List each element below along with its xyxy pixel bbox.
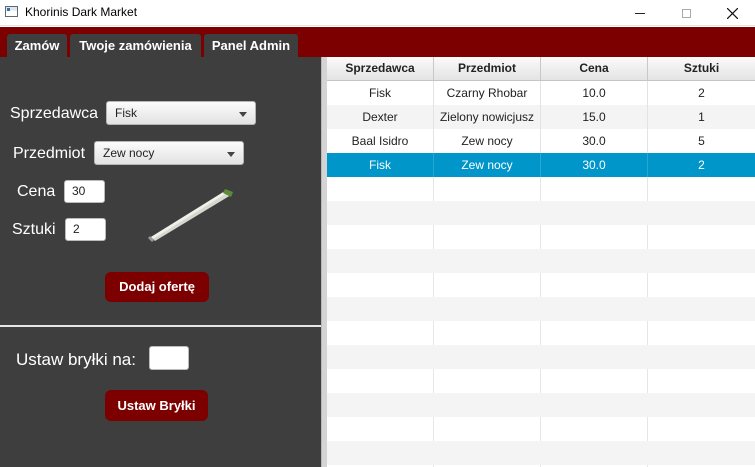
minimize-icon xyxy=(635,12,645,14)
seller-cell: Fisk xyxy=(327,153,434,177)
seller-select[interactable]: Fisk xyxy=(106,101,256,125)
empty-table-row[interactable] xyxy=(327,393,755,417)
minimize-button[interactable] xyxy=(617,0,663,26)
app-icon xyxy=(5,6,18,17)
offers-table: Sprzedawca Przedmiot Cena Sztuki Fisk Cza… xyxy=(327,57,755,467)
price-cell: 10.0 xyxy=(541,81,648,105)
item-select[interactable]: Zew nocy xyxy=(94,141,244,165)
empty-table-row[interactable] xyxy=(327,225,755,249)
empty-table-row[interactable] xyxy=(327,273,755,297)
tab-bar: Zamów Twoje zamówienia Panel Admin xyxy=(0,27,755,57)
empty-table-row[interactable] xyxy=(327,345,755,369)
seller-select-value: Fisk xyxy=(115,106,137,120)
seller-label: Sprzedawca xyxy=(10,105,99,122)
quantity-cell: 5 xyxy=(698,134,705,148)
item-cell: Czarny Rhobar xyxy=(434,81,541,105)
empty-table-row[interactable] xyxy=(327,297,755,321)
column-header-item[interactable]: Przedmiot xyxy=(434,57,541,80)
tab-order[interactable]: Zamów xyxy=(7,34,67,57)
price-cell: 30.0 xyxy=(541,129,648,153)
column-header-seller[interactable]: Sprzedawca xyxy=(327,57,434,80)
item-select-value: Zew nocy xyxy=(103,146,155,160)
table-row[interactable]: Dexter Zielony nowicjusz 15.0 1 xyxy=(327,105,755,129)
price-input[interactable]: 30 xyxy=(64,180,105,203)
seller-cell: Baal Isidro xyxy=(327,129,434,153)
item-label: Przedmiot xyxy=(13,145,86,162)
close-icon xyxy=(726,7,738,19)
tab-my-orders[interactable]: Twoje zamówienia xyxy=(70,34,201,57)
quantity-cell: 2 xyxy=(698,158,705,172)
tab-admin-panel[interactable]: Panel Admin xyxy=(204,34,298,57)
price-cell: 15.0 xyxy=(541,105,648,129)
table-row[interactable]: Fisk Czarny Rhobar 10.0 2 xyxy=(327,81,755,105)
window-title: Khorinis Dark Market xyxy=(25,5,138,19)
table-header: Sprzedawca Przedmiot Cena Sztuki xyxy=(327,57,755,81)
quantity-input[interactable]: 2 xyxy=(65,218,106,241)
empty-table-row[interactable] xyxy=(327,177,755,201)
item-cell: Zew nocy xyxy=(434,153,541,177)
empty-table-row[interactable] xyxy=(327,249,755,273)
seller-cell: Dexter xyxy=(327,105,434,129)
quantity-cell: 2 xyxy=(698,86,705,100)
nuggets-input[interactable] xyxy=(149,346,189,370)
empty-table-row[interactable] xyxy=(327,369,755,393)
admin-panel: Sprzedawca Fisk Przedmiot Zew nocy Cena … xyxy=(0,57,321,467)
add-offer-button[interactable]: Dodaj ofertę xyxy=(105,272,209,302)
joint-item-icon xyxy=(148,189,233,242)
price-cell: 30.0 xyxy=(541,153,648,177)
chevron-down-icon xyxy=(227,152,235,157)
column-header-quantity[interactable]: Sztuki xyxy=(648,57,755,80)
empty-table-row[interactable] xyxy=(327,417,755,441)
empty-table-row[interactable] xyxy=(327,441,755,465)
maximize-button[interactable] xyxy=(663,0,709,26)
price-label: Cena xyxy=(17,183,56,200)
table-row[interactable]: Baal Isidro Zew nocy 30.0 5 xyxy=(327,129,755,153)
item-cell: Zielony nowicjusz xyxy=(434,105,541,129)
table-row[interactable]: Fisk Zew nocy 30.0 2 xyxy=(327,153,755,177)
title-bar: Khorinis Dark Market xyxy=(0,0,755,26)
chevron-down-icon xyxy=(239,112,247,117)
item-cell: Zew nocy xyxy=(434,129,541,153)
column-header-price[interactable]: Cena xyxy=(541,57,648,80)
close-button[interactable] xyxy=(709,0,755,26)
empty-table-row[interactable] xyxy=(327,321,755,345)
quantity-cell: 1 xyxy=(698,110,705,124)
maximize-icon xyxy=(681,8,691,18)
set-nuggets-button[interactable]: Ustaw Bryłki xyxy=(105,390,208,421)
quantity-label: Sztuki xyxy=(12,221,56,238)
nuggets-label: Ustaw bryłki na: xyxy=(16,350,136,369)
empty-table-row[interactable] xyxy=(327,201,755,225)
section-divider xyxy=(0,325,321,327)
seller-cell: Fisk xyxy=(327,81,434,105)
